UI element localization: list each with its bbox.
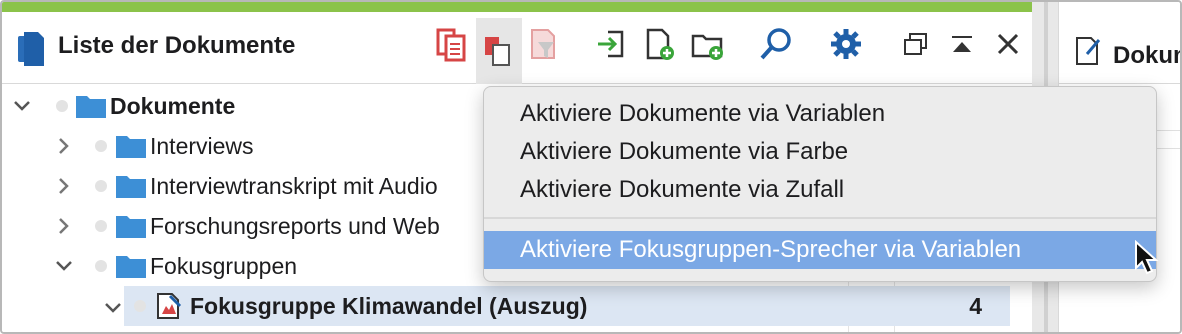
status-dot (95, 180, 107, 192)
documents-list-icon (436, 28, 466, 62)
import-button[interactable] (594, 24, 630, 64)
menu-item-activate-via-variables[interactable]: Aktiviere Dokumente via Variablen (520, 100, 885, 128)
new-document-button[interactable] (642, 24, 678, 64)
menu-separator (484, 217, 1156, 219)
activate-filter-button[interactable] (526, 24, 562, 64)
status-dot (134, 300, 146, 312)
chevron-right-icon[interactable] (54, 216, 74, 236)
maximize-icon (952, 36, 972, 52)
folder-icon (76, 96, 106, 118)
document-browser-header: Dokument (1059, 12, 1180, 84)
close-icon (997, 33, 1019, 55)
maximize-button[interactable] (944, 24, 980, 64)
tree-item-label: Fokusgruppen (150, 252, 298, 279)
menu-item-activate-via-random[interactable]: Aktiviere Dokumente via Zufall (520, 176, 844, 204)
panel-header: Liste der Dokumente (2, 12, 1032, 84)
coded-segments-count: 4 (969, 292, 982, 319)
tree-root-label: Dokumente (110, 92, 236, 119)
new-document-icon (646, 28, 674, 60)
activate-documents-menu: Aktiviere Dokumente via Variablen Aktivi… (483, 86, 1157, 282)
undock-window-icon (904, 33, 927, 55)
chevron-right-icon[interactable] (54, 176, 74, 196)
search-icon (760, 28, 791, 60)
new-folder-button[interactable] (690, 24, 726, 64)
chevron-right-icon[interactable] (54, 136, 74, 156)
folder-icon (116, 216, 146, 238)
undock-window-button[interactable] (898, 24, 934, 64)
menu-item-highlighted-row[interactable]: Aktiviere Fokusgruppen-Sprecher via Vari… (484, 231, 1156, 269)
status-dot (56, 100, 68, 112)
close-button[interactable] (990, 24, 1026, 64)
tree-item-label: Forschungsreports und Web (150, 212, 440, 239)
chevron-down-icon[interactable] (12, 96, 32, 116)
copy-documents-button[interactable] (476, 18, 522, 84)
document-browser-title: Dokument (1113, 42, 1180, 69)
chevron-down-icon[interactable] (54, 256, 74, 276)
focus-group-document-icon (157, 293, 182, 319)
documents-list-icon (18, 32, 44, 66)
status-dot (95, 220, 107, 232)
activate-filter-icon (531, 29, 555, 59)
search-button[interactable] (758, 24, 794, 64)
mouse-cursor-icon (1135, 240, 1159, 275)
new-folder-icon (691, 34, 723, 60)
folder-icon (116, 256, 146, 278)
tree-item-label: Fokusgruppe Klimawandel (Auszug) (190, 292, 588, 319)
chevron-down-icon[interactable] (103, 298, 123, 318)
folder-icon (116, 176, 146, 198)
accent-bar (2, 2, 1048, 12)
tree-item-label: Interviewtranskript mit Audio (150, 172, 438, 199)
menu-item-activate-via-color[interactable]: Aktiviere Dokumente via Farbe (520, 138, 848, 166)
copy-documents-icon (485, 37, 510, 66)
tree-item-label: Interviews (150, 132, 254, 159)
status-dot (95, 260, 107, 272)
documents-list-button[interactable] (434, 24, 470, 64)
app-window: Liste der Dokumente Dokumente Interviews… (0, 0, 1182, 334)
document-edit-icon (1076, 37, 1101, 65)
import-icon (598, 30, 624, 58)
panel-title: Liste der Dokumente (58, 32, 296, 59)
settings-gear-icon (831, 29, 861, 59)
status-dot (95, 140, 107, 152)
menu-item-activate-focus-group-speakers[interactable]: Aktiviere Fokusgruppen-Sprecher via Vari… (520, 236, 1021, 264)
settings-button[interactable] (828, 24, 864, 64)
folder-icon (116, 136, 146, 158)
tree-item-fokusgruppe-klimawandel[interactable]: Fokusgruppe Klimawandel (Auszug) 4 (124, 286, 1010, 326)
